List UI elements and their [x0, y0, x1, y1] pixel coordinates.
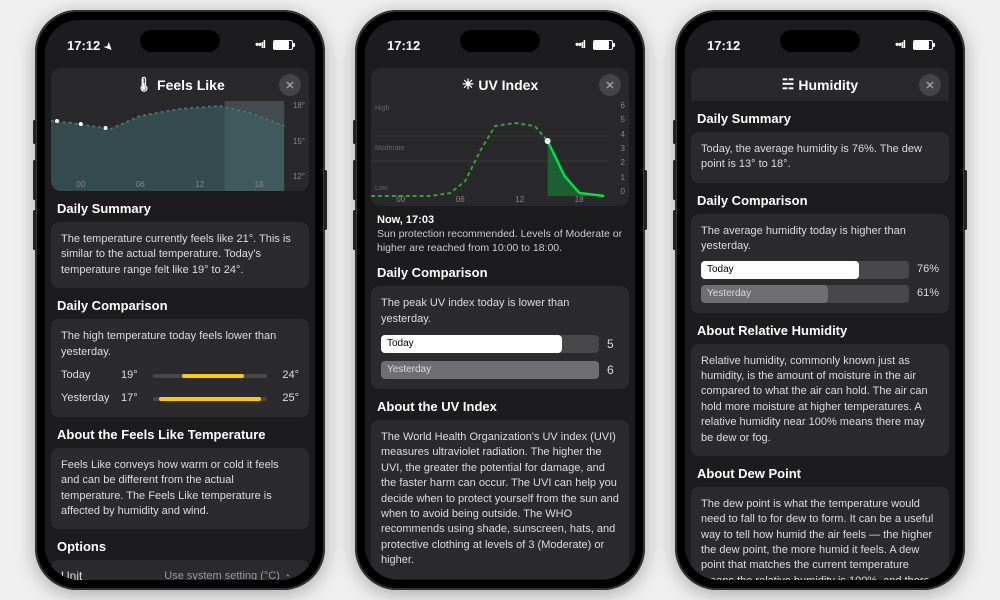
status-time: 17:12 [387, 38, 420, 53]
now-description: Sun protection recommended. Levels of Mo… [377, 228, 623, 255]
uv-row-today: Today 5 [381, 335, 619, 353]
uv-row-yesterday: Yesterday 6 [381, 361, 619, 379]
modal-header: 🌡 Feels Like ✕ [51, 68, 309, 101]
status-time: 17:12 [67, 38, 100, 53]
comparison-title: Daily Comparison [377, 265, 623, 280]
dynamic-island [460, 30, 540, 52]
battery-icon [913, 40, 933, 50]
close-button[interactable]: ✕ [599, 74, 621, 96]
comparison-text: The high temperature today feels lower t… [61, 329, 299, 360]
summary-title: Daily Summary [57, 201, 303, 216]
comparison-title: Daily Comparison [697, 193, 943, 208]
options-card: Unit Use system setting (°C) [51, 560, 309, 580]
about-relative-humidity-card: Relative humidity, commonly known just a… [691, 344, 949, 456]
comparison-text: The peak UV index today is lower than ye… [381, 296, 619, 327]
modal-header: ☵ Humidity ✕ [691, 68, 949, 101]
close-button[interactable]: ✕ [279, 74, 301, 96]
header-title: UV Index [478, 77, 538, 93]
about-card: Feels Like conveys how warm or cold it f… [51, 448, 309, 530]
thermometer-icon: 🌡 [135, 76, 153, 93]
about-title: About the Feels Like Temperature [57, 427, 303, 442]
cellular-icon [255, 39, 265, 51]
about-title: About the UV Index [377, 399, 623, 414]
about-card: The World Health Organization's UV index… [371, 420, 629, 579]
summary-title: Daily Summary [697, 111, 943, 126]
cellular-icon [575, 39, 585, 51]
comparison-card: The high temperature today feels lower t… [51, 319, 309, 417]
humidity-icon: ☵ [782, 76, 795, 93]
phone-uv-index: 17:12 ☀ UV Index ✕ [355, 10, 645, 590]
status-time: 17:12 [707, 38, 740, 53]
about-dew-point-card: The dew point is what the temperature wo… [691, 487, 949, 580]
battery-icon [273, 40, 293, 50]
now-time: Now, 17:03 [377, 214, 623, 226]
comparison-card: The peak UV index today is lower than ye… [371, 286, 629, 389]
phone-humidity: 17:12 ☵ Humidity ✕ Daily Summary Today, … [675, 10, 965, 590]
feels-like-chart[interactable]: 00 06 12 18 18° 15° 12° [51, 101, 309, 191]
humidity-row-today: Today 76% [701, 261, 939, 279]
chevron-updown-icon [284, 569, 299, 580]
dynamic-island [140, 30, 220, 52]
uv-chart[interactable]: High Moderate Low 6 5 4 3 2 1 0 00 06 12 [371, 101, 629, 206]
phone-feels-like: 17:12 🌡 Feels Like ✕ [35, 10, 325, 590]
unit-label: Unit [61, 568, 82, 580]
humidity-row-yesterday: Yesterday 61% [701, 285, 939, 303]
comparison-text: The average humidity today is higher tha… [701, 224, 939, 255]
about-relative-humidity-title: About Relative Humidity [697, 323, 943, 338]
comparison-title: Daily Comparison [57, 298, 303, 313]
comparison-card: The average humidity today is higher tha… [691, 214, 949, 313]
sun-icon: ☀ [462, 76, 475, 93]
comparison-row-today: Today 19° 24° [61, 368, 299, 383]
battery-icon [593, 40, 613, 50]
header-title: Humidity [798, 77, 858, 93]
dynamic-island [780, 30, 860, 52]
options-title: Options [57, 539, 303, 554]
summary-card: The temperature currently feels like 21°… [51, 222, 309, 288]
modal-header: ☀ UV Index ✕ [371, 68, 629, 101]
location-icon [104, 38, 112, 53]
cellular-icon [895, 39, 905, 51]
about-dew-point-title: About Dew Point [697, 466, 943, 481]
summary-card: Today, the average humidity is 76%. The … [691, 132, 949, 183]
unit-selector[interactable]: Use system setting (°C) [164, 569, 299, 580]
header-title: Feels Like [157, 77, 225, 93]
comparison-row-yesterday: Yesterday 17° 25° [61, 391, 299, 406]
close-button[interactable]: ✕ [919, 74, 941, 96]
